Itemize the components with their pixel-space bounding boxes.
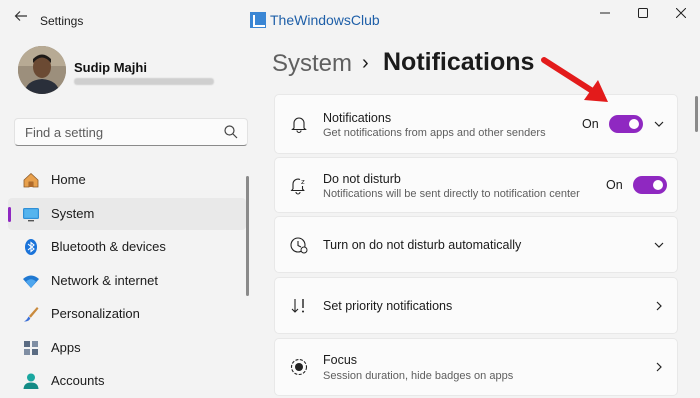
notifications-card[interactable]: Notifications Get notifications from app… (274, 94, 678, 154)
home-icon (23, 172, 39, 188)
card-description: Get notifications from apps and other se… (323, 127, 546, 139)
user-name: Sudip Majhi (74, 60, 147, 75)
card-title: Focus (323, 353, 358, 367)
sidebar-item-label: Apps (51, 340, 81, 355)
sidebar-item-personalization[interactable]: Personalization (8, 298, 246, 330)
sidebar-item-label: Bluetooth & devices (51, 239, 166, 254)
close-button[interactable] (666, 5, 696, 23)
search-icon (224, 125, 238, 139)
bluetooth-icon (25, 239, 37, 255)
card-description: Notifications will be sent directly to n… (323, 188, 580, 200)
watermark-text: TheWindowsClub (270, 12, 380, 28)
chevron-right-icon[interactable] (652, 299, 666, 313)
main-scrollbar[interactable] (695, 96, 698, 132)
sidebar-item-label: Personalization (51, 306, 140, 321)
do-not-disturb-toggle[interactable] (633, 176, 667, 194)
toggle-knob (653, 180, 663, 190)
user-photo (18, 46, 66, 94)
focus-icon (290, 358, 308, 376)
sidebar-item-label: Network & internet (51, 273, 158, 288)
watermark-logo-icon (250, 12, 266, 28)
wifi-icon (23, 275, 39, 288)
bell-icon (291, 117, 307, 134)
sidebar-item-label: Home (51, 172, 86, 187)
bell-snooze-icon: z (290, 178, 305, 195)
sidebar-item-label: Accounts (51, 373, 105, 388)
sidebar-item-system[interactable]: System (8, 198, 246, 230)
sidebar-item-home[interactable]: Home (8, 164, 246, 196)
toggle-state-label: On (582, 117, 599, 131)
toggle-knob (629, 119, 639, 129)
card-title: Set priority notifications (323, 299, 453, 313)
card-title: Turn on do not disturb automatically (323, 238, 522, 252)
minimize-icon (600, 12, 610, 14)
svg-text:z: z (301, 178, 305, 186)
user-email-redacted (74, 78, 214, 85)
person-icon (23, 373, 39, 389)
toggle-state-label: On (606, 178, 623, 192)
window-title: Settings (40, 14, 84, 28)
breadcrumb-separator: › (362, 52, 369, 74)
sidebar-item-network[interactable]: Network & internet (8, 265, 246, 297)
card-title: Notifications (323, 111, 392, 125)
card-title: Do not disturb (323, 172, 401, 186)
do-not-disturb-card[interactable]: z Do not disturb Notifications will be s… (274, 157, 678, 213)
notifications-toggle[interactable] (609, 115, 643, 133)
selection-indicator (8, 207, 11, 222)
monitor-icon (23, 208, 39, 222)
back-arrow-icon (14, 11, 27, 21)
watermark: TheWindowsClub (250, 12, 380, 28)
sidebar-item-apps[interactable]: Apps (8, 332, 246, 364)
search-placeholder: Find a setting (25, 125, 104, 140)
page-title: Notifications (383, 48, 535, 76)
annotation-arrow-icon (541, 57, 608, 102)
avatar[interactable] (18, 46, 66, 94)
chevron-down-icon[interactable] (652, 117, 666, 131)
maximize-button[interactable] (628, 5, 658, 23)
close-icon (675, 7, 687, 19)
dnd-automatic-card[interactable]: Turn on do not disturb automatically (274, 216, 678, 273)
back-button[interactable] (10, 8, 32, 30)
apps-icon (24, 341, 38, 355)
maximize-icon (638, 8, 648, 18)
sidebar-item-label: System (51, 206, 95, 221)
chevron-right-icon[interactable] (652, 360, 666, 374)
breadcrumb-parent[interactable]: System (272, 50, 352, 78)
focus-card[interactable]: Focus Session duration, hide badges on a… (274, 338, 678, 396)
priority-notifications-card[interactable]: Set priority notifications (274, 277, 678, 334)
clock-icon (290, 237, 308, 254)
minimize-button[interactable] (590, 5, 620, 23)
chevron-down-icon[interactable] (652, 238, 666, 252)
search-input[interactable]: Find a setting (14, 118, 248, 146)
sidebar-item-accounts[interactable]: Accounts (8, 365, 246, 397)
sidebar-item-bluetooth[interactable]: Bluetooth & devices (8, 231, 246, 263)
brush-icon (24, 307, 39, 322)
priority-icon (291, 299, 304, 313)
card-description: Session duration, hide badges on apps (323, 370, 514, 382)
sidebar-scrollbar[interactable] (246, 176, 249, 296)
